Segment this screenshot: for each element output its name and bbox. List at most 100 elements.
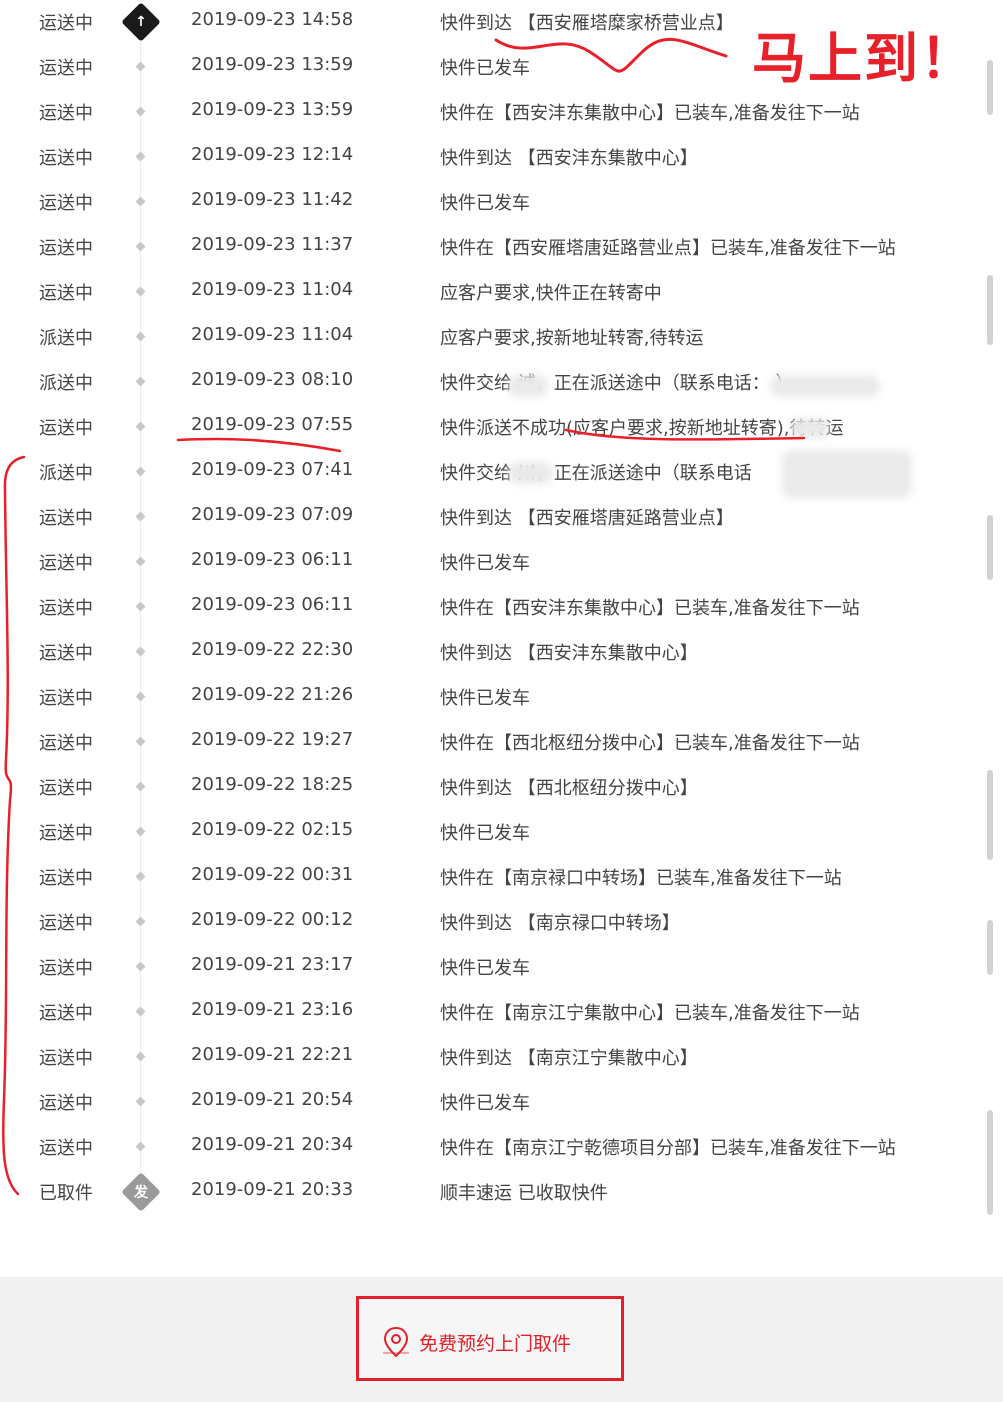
event-description: 快件在【西安雁塔唐延路营业点】已装车,准备发往下一站 (440, 238, 896, 259)
event-description: 快件交给 川，正在派送途中（联系电话 (440, 463, 752, 484)
event-description: 快件在【南京江宁乾德项目分部】已装车,准备发往下一站 (440, 1138, 896, 1159)
timeline-row: 运送中 2019-09-22 19:27 快件在【西北枢纽分拨中心】已装车,准备发往… (0, 720, 1003, 765)
event-description: 快件在【南京禄口中转场】已装车,准备发往下一站 (440, 868, 842, 889)
event-status: 运送中 (39, 1003, 93, 1024)
event-description: 快件已发车 (440, 958, 530, 979)
event-time: 2019-09-21 20:54 (191, 1089, 354, 1110)
event-description: 快件到达 【西安沣东集散中心】 (440, 148, 698, 169)
event-status: 运送中 (39, 1093, 93, 1114)
annotation-text: 马上到！ (752, 27, 976, 90)
timeline-dot-icon (135, 376, 146, 387)
event-description: 快件派送不成功(应客户要求,按新地址转寄),待转运 (440, 418, 844, 439)
event-time: 2019-09-21 22:21 (191, 1044, 354, 1065)
event-status: 运送中 (39, 238, 93, 259)
event-status: 运送中 (39, 148, 93, 169)
timeline-row: 运送中 2019-09-21 20:34 快件在【南京江宁乾德项目分部】已装车,准备… (0, 1125, 1003, 1170)
timeline-row: 运送中 2019-09-23 06:11 快件在【西安沣东集散中心】已装车,准备发往… (0, 585, 1003, 630)
timeline-dot-icon (135, 196, 146, 207)
timeline-row: 运送中 2019-09-23 07:09 快件到达 【西安雁塔唐延路营业点】 (0, 495, 1003, 540)
timeline-dot-icon (135, 871, 146, 882)
redacted-name (508, 462, 553, 484)
event-time: 2019-09-21 20:34 (191, 1134, 354, 1155)
timeline-dot-icon (135, 1096, 146, 1107)
timeline-dot-icon (135, 286, 146, 297)
event-status: 运送中 (39, 1048, 93, 1069)
timeline-dot-icon (135, 736, 146, 747)
event-status: 运送中 (39, 193, 93, 214)
event-status: 运送中 (39, 283, 93, 304)
event-status: 派送中 (39, 373, 93, 394)
arrow-up-icon: ↑ (121, 2, 161, 42)
timeline-row: 运送中 2019-09-23 11:37 快件在【西安雁塔唐延路营业点】已装车,准备… (0, 225, 1003, 270)
event-time: 2019-09-21 23:17 (191, 954, 354, 975)
event-description: 快件在【西北枢纽分拨中心】已装车,准备发往下一站 (440, 733, 860, 754)
event-status: 运送中 (39, 913, 93, 934)
event-description: 快件已发车 (440, 823, 530, 844)
event-description: 顺丰速运 已收取快件 (440, 1183, 608, 1204)
event-status: 运送中 (39, 1138, 93, 1159)
event-description: 快件到达 【西安雁塔唐延路营业点】 (440, 508, 734, 529)
event-time: 2019-09-23 11:04 (191, 279, 354, 300)
event-time: 2019-09-23 11:04 (191, 324, 354, 345)
marker-glyph: ↑ (135, 14, 147, 30)
event-description: 应客户要求,按新地址转寄,待转运 (440, 328, 704, 349)
timeline-dot-icon (135, 106, 146, 117)
event-status: 运送中 (39, 598, 93, 619)
event-status: 运送中 (39, 823, 93, 844)
tracking-timeline: 运送中 ↑ 2019-09-23 14:58 快件到达 【西安雁塔糜家桥营业点】 运送中… (0, 0, 1003, 1215)
timeline-row: 运送中 2019-09-21 23:16 快件在【南京江宁集散中心】已装车,准备发往… (0, 990, 1003, 1035)
timeline-row: 运送中 2019-09-22 18:25 快件到达 【西北枢纽分拨中心】 (0, 765, 1003, 810)
timeline-dot-icon (135, 646, 146, 657)
redacted-phone (782, 450, 912, 498)
timeline-dot-icon (135, 781, 146, 792)
event-time: 2019-09-23 13:59 (191, 99, 354, 120)
event-time: 2019-09-23 06:11 (191, 594, 354, 615)
event-time: 2019-09-23 07:41 (191, 459, 354, 480)
event-time: 2019-09-23 07:09 (191, 504, 354, 525)
event-status: 运送中 (39, 13, 93, 34)
event-status: 运送中 (39, 553, 93, 574)
event-time: 2019-09-22 00:12 (191, 909, 354, 930)
timeline-dot-icon (135, 331, 146, 342)
event-description: 快件已发车 (440, 1093, 530, 1114)
event-description: 应客户要求,快件正在转寄中 (440, 283, 662, 304)
timeline-row: 运送中 2019-09-22 02:15 快件已发车 (0, 810, 1003, 855)
location-pin-icon (383, 1326, 409, 1358)
event-time: 2019-09-22 18:25 (191, 774, 354, 795)
event-status: 已取件 (39, 1183, 93, 1204)
timeline-row: 运送中 2019-09-23 12:14 快件到达 【西安沣东集散中心】 (0, 135, 1003, 180)
event-time: 2019-09-23 11:42 (191, 189, 354, 210)
event-time: 2019-09-23 06:11 (191, 549, 354, 570)
timeline-dot-icon (135, 151, 146, 162)
redacted-phone (770, 375, 880, 397)
event-description: 快件已发车 (440, 58, 530, 79)
redacted-text (790, 418, 830, 438)
event-time: 2019-09-21 20:33 (191, 1179, 354, 1200)
timeline-dot-icon (135, 961, 146, 972)
redacted-name (508, 375, 548, 397)
event-time: 2019-09-22 19:27 (191, 729, 354, 750)
event-status: 运送中 (39, 643, 93, 664)
event-status: 运送中 (39, 733, 93, 754)
event-status: 派送中 (39, 328, 93, 349)
timeline-dot-icon (135, 421, 146, 432)
dispatch-icon: 发 (121, 1172, 161, 1212)
event-time: 2019-09-22 02:15 (191, 819, 354, 840)
event-description: 快件到达 【西北枢纽分拨中心】 (440, 778, 698, 799)
timeline-row: 派送中 2019-09-23 11:04 应客户要求,按新地址转寄,待转运 (0, 315, 1003, 360)
timeline-dot-icon (135, 511, 146, 522)
timeline-row: 运送中 2019-09-22 00:12 快件到达 【南京禄口中转场】 (0, 900, 1003, 945)
timeline-row: 运送中 2019-09-22 00:31 快件在【南京禄口中转场】已装车,准备发往下… (0, 855, 1003, 900)
event-status: 运送中 (39, 418, 93, 439)
event-time: 2019-09-23 08:10 (191, 369, 354, 390)
event-description: 快件到达 【南京江宁集散中心】 (440, 1048, 698, 1069)
event-time: 2019-09-23 11:37 (191, 234, 354, 255)
event-status: 运送中 (39, 58, 93, 79)
event-status: 运送中 (39, 688, 93, 709)
timeline-row: 运送中 2019-09-23 06:11 快件已发车 (0, 540, 1003, 585)
event-description: 快件已发车 (440, 553, 530, 574)
event-status: 运送中 (39, 778, 93, 799)
scrollbar[interactable] (985, 0, 995, 1215)
timeline-row: 运送中 2019-09-23 13:59 快件在【西安沣东集散中心】已装车,准备发往… (0, 90, 1003, 135)
free-pickup-button[interactable]: 免费预约上门取件 (356, 1296, 624, 1381)
